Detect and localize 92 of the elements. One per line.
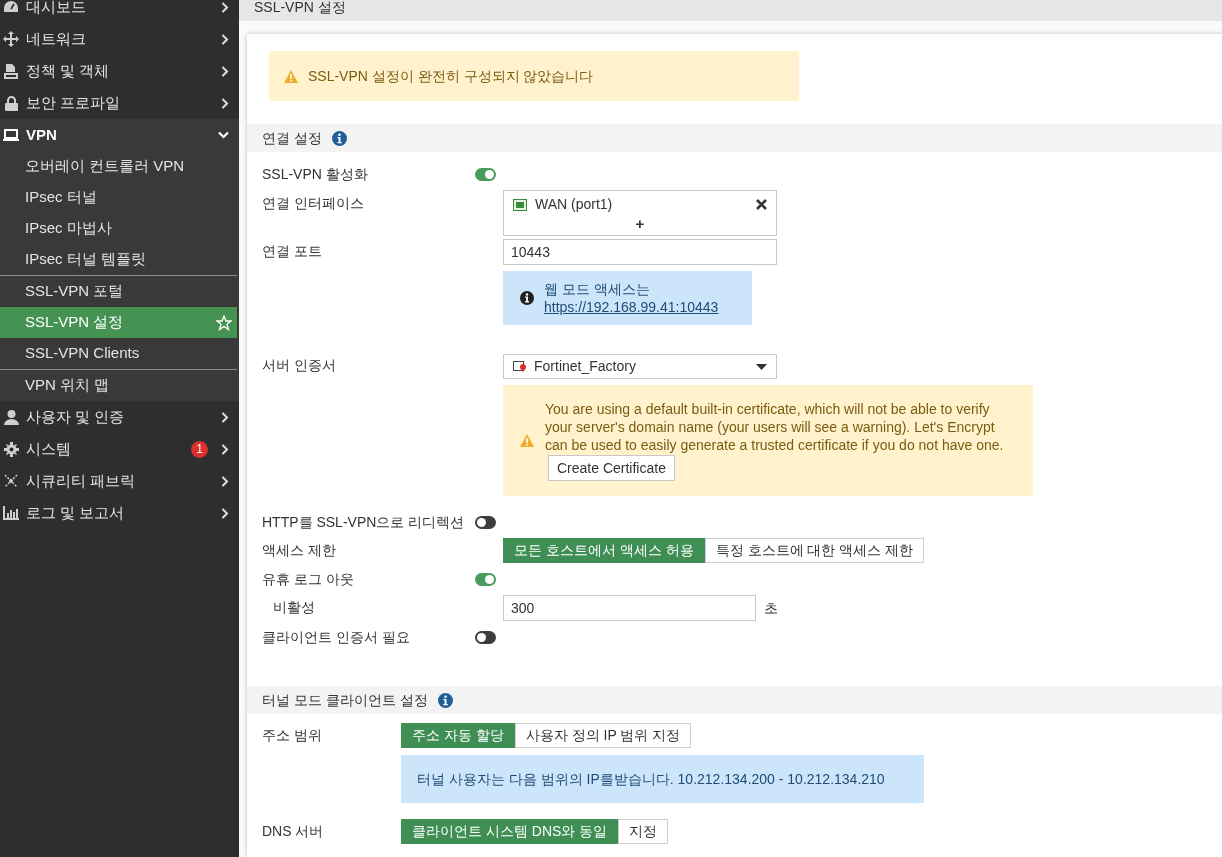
sidebar-item-label: 네트워크 bbox=[26, 28, 87, 49]
field-label: 비활성 bbox=[272, 598, 316, 617]
field-label: SSL-VPN 활성화 bbox=[262, 164, 369, 184]
sidebar-item-label: 사용자 및 인증 bbox=[26, 406, 126, 427]
sparkle-icon bbox=[3, 473, 19, 489]
sidebar-subitem[interactable]: SSL-VPN 포털 bbox=[0, 276, 239, 307]
document-stack-icon bbox=[4, 63, 18, 79]
sidebar-item-label: 로그 및 보고서 bbox=[26, 502, 126, 523]
sidebar-subitem[interactable]: VPN 위치 맵 bbox=[0, 370, 239, 401]
chevron-right-icon bbox=[221, 33, 229, 45]
section-title: 터널 모드 클라이언트 설정 bbox=[262, 690, 428, 710]
sidebar-subitem[interactable]: 오버레이 컨트롤러 VPN bbox=[0, 151, 239, 182]
toggle-switch[interactable] bbox=[475, 167, 496, 181]
chevron-right-icon bbox=[221, 507, 229, 519]
user-icon bbox=[3, 409, 19, 425]
sidebar-item[interactable]: VPN bbox=[0, 119, 239, 151]
chevron-right-icon bbox=[221, 97, 229, 109]
sidebar-item-label: 시스템 bbox=[26, 438, 72, 459]
certificate-dropdown[interactable]: Fortinet_Factory bbox=[503, 354, 777, 379]
unit-label: 초 bbox=[764, 598, 778, 618]
caret-icon bbox=[756, 363, 767, 370]
sidebar-item-label: 정책 및 객체 bbox=[26, 60, 111, 81]
star-icon bbox=[216, 314, 232, 331]
chevron-right-icon bbox=[221, 443, 229, 455]
chevron-right-icon bbox=[221, 1, 229, 13]
field-label: 클라이언트 인증서 필요 bbox=[262, 627, 411, 647]
chevron-down-icon bbox=[218, 131, 229, 139]
sidebar-item-label: VPN bbox=[26, 124, 58, 145]
sidebar-item[interactable]: 보안 프로파일 bbox=[0, 87, 239, 119]
sidebar-item-label: 보안 프로파일 bbox=[26, 92, 122, 113]
move-arrows-icon bbox=[3, 31, 19, 47]
sidebar-item[interactable]: 로그 및 보고서 bbox=[0, 497, 239, 529]
sidebar-subitem[interactable]: IPsec 터널 bbox=[0, 182, 239, 213]
sidebar-subitem[interactable]: SSL-VPN Clients bbox=[0, 338, 239, 369]
gear-icon bbox=[3, 441, 19, 457]
interface-name: WAN (port1) bbox=[535, 195, 614, 214]
toggle-switch[interactable] bbox=[475, 572, 496, 586]
create-certificate-button[interactable]: Create Certificate bbox=[548, 455, 675, 481]
field-label: 연결 포트 bbox=[262, 242, 323, 261]
lock-icon bbox=[4, 95, 18, 111]
field-label: 주소 범위 bbox=[262, 726, 323, 745]
chevron-right-icon bbox=[221, 65, 229, 77]
sidebar-subitem[interactable]: SSL-VPN 설정 bbox=[0, 307, 237, 338]
text-input[interactable]: 10443 bbox=[503, 239, 777, 265]
segment-option[interactable]: 클라이언트 시스템 DNS와 동일 bbox=[401, 819, 619, 844]
field-label: 유휴 로그 아웃 bbox=[262, 569, 355, 589]
toggle-switch[interactable] bbox=[475, 515, 496, 529]
warning-icon bbox=[520, 434, 534, 447]
segment-option[interactable]: 특정 호스트에 대한 액세스 제한 bbox=[704, 538, 925, 563]
toggle-switch[interactable] bbox=[475, 630, 496, 644]
segment-option[interactable]: 지정 bbox=[618, 819, 669, 844]
info-icon bbox=[520, 291, 534, 305]
sidebar-item[interactable]: 사용자 및 인증 bbox=[0, 401, 239, 433]
page-title: SSL-VPN 설정 bbox=[254, 0, 346, 17]
text-input[interactable]: 300 bbox=[503, 595, 756, 621]
bar-chart-icon bbox=[3, 506, 19, 520]
segment-option[interactable]: 사용자 정의 IP 범위 지정 bbox=[514, 723, 692, 748]
info-box: 터널 사용자는 다음 범위의 IP를받습니다. 10.212.134.200 - 10.212.134.210 bbox=[401, 755, 924, 803]
field-label: HTTP를 SSL-VPN으로 리디렉션 bbox=[262, 512, 466, 532]
certificate-icon bbox=[513, 360, 527, 373]
sidebar-item-label: 대시보드 bbox=[26, 0, 87, 17]
url-link[interactable]: https://192.168.99.41:10443 bbox=[544, 298, 719, 316]
sidebar-item[interactable]: 네트워크 bbox=[0, 23, 239, 55]
sidebar-subitem[interactable]: IPsec 마법사 bbox=[0, 213, 239, 244]
network-port-icon bbox=[513, 198, 527, 211]
sidebar-item-label: 시큐리티 패브릭 bbox=[26, 470, 137, 491]
notification-badge: 1 bbox=[191, 440, 208, 458]
info-icon bbox=[331, 130, 347, 146]
field-label: DNS 서버 bbox=[262, 822, 325, 841]
section-title: 연결 설정 bbox=[262, 128, 322, 148]
field-label: 연결 인터페이스 bbox=[262, 194, 365, 213]
sidebar-subitem[interactable]: IPsec 터널 템플릿 bbox=[0, 244, 239, 275]
field-label: 서버 인증서 bbox=[262, 356, 337, 375]
sidebar-item[interactable]: 정책 및 객체 bbox=[0, 55, 239, 87]
warning-icon bbox=[284, 69, 298, 83]
sidebar-item[interactable]: 대시보드 bbox=[0, 0, 239, 23]
field-label: 액세스 제한 bbox=[262, 541, 337, 560]
interface-select-field[interactable]: WAN (port1) + bbox=[503, 190, 777, 236]
sidebar-item[interactable]: 시큐리티 패브릭 bbox=[0, 465, 239, 497]
chevron-right-icon bbox=[221, 411, 229, 423]
chevron-right-icon bbox=[221, 475, 229, 487]
segment-option[interactable]: 모든 호스트에서 액세스 허용 bbox=[503, 538, 705, 563]
add-button[interactable]: + bbox=[635, 215, 645, 233]
warning-text: You are using a default built-in certificate, which will not be able to verify your server's domain name (your users will see a warning). Let's Encrypt can be used to easily generate a trusted certificate if you do not have one. bbox=[545, 400, 1005, 454]
dropdown-value: Fortinet_Factory bbox=[534, 357, 637, 376]
info-icon bbox=[437, 692, 453, 708]
laptop-icon bbox=[3, 128, 19, 142]
sidebar-item[interactable]: 시스템 1 bbox=[0, 433, 239, 465]
segment-option[interactable]: 주소 자동 할당 bbox=[401, 723, 515, 748]
close-icon bbox=[756, 199, 767, 210]
alert-message: SSL-VPN 설정이 완전히 구성되지 않았습니다 bbox=[308, 66, 594, 86]
info-text: 웹 모드 액세스는 bbox=[544, 280, 651, 298]
